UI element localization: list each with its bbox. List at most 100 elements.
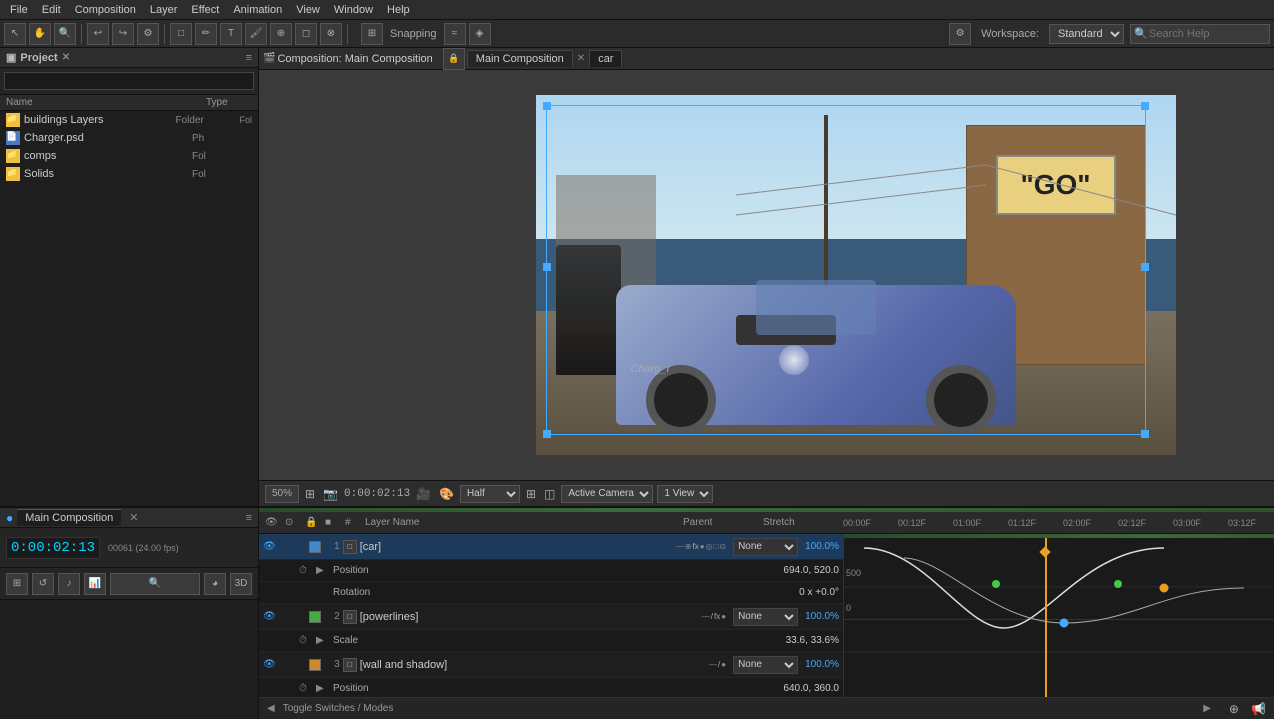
layer-1-name[interactable]: [car] bbox=[360, 541, 673, 553]
menu-composition[interactable]: Composition bbox=[69, 2, 142, 18]
tool-text[interactable]: T bbox=[220, 23, 242, 45]
timeline-panel-menu[interactable]: ≡ bbox=[246, 512, 252, 524]
main-comp-close[interactable]: ✕ bbox=[129, 511, 138, 524]
comp-tab-car[interactable]: car bbox=[589, 50, 622, 67]
prop-scale-value[interactable]: 33.6, 33.6% bbox=[786, 635, 839, 646]
btn-search-layers[interactable]: 🔍 bbox=[110, 573, 200, 595]
camera-select[interactable]: Active Camera bbox=[561, 485, 653, 503]
cam-icon[interactable]: 🎥 bbox=[414, 487, 433, 501]
workspace-select[interactable]: Standard bbox=[1049, 24, 1124, 44]
zoom-select-btn[interactable]: 50% bbox=[265, 485, 299, 503]
toggle-label[interactable]: Toggle Switches / Modes bbox=[283, 703, 394, 714]
view-select[interactable]: 1 View bbox=[657, 485, 713, 503]
prop-rotation-value[interactable]: 0 x +0.0° bbox=[799, 587, 839, 598]
menu-window[interactable]: Window bbox=[328, 2, 379, 18]
project-panel-close[interactable]: ✕ bbox=[62, 52, 70, 63]
snapshot-icon[interactable]: 📷 bbox=[321, 487, 340, 501]
layer-row-3[interactable]: 👁 3 □ [wall and shadow] — / ● bbox=[259, 652, 843, 678]
layer-1-eye[interactable]: 👁 bbox=[263, 541, 276, 552]
project-item-comps[interactable]: 📁 comps Fol bbox=[0, 147, 258, 165]
l1-sw2[interactable]: ⊕ bbox=[685, 542, 692, 551]
snapping-toggle[interactable]: ⊞ bbox=[361, 23, 383, 45]
l3-sw3[interactable]: ● bbox=[721, 660, 726, 669]
l3pos-triangle[interactable]: ▶ bbox=[316, 683, 330, 694]
tool-render[interactable]: ⚙ bbox=[137, 23, 159, 45]
checkerboard-icon[interactable]: ◫ bbox=[542, 487, 557, 501]
layer-row-1[interactable]: 👁 1 □ [car] — ⊕ fx ● ◎ □ bbox=[259, 534, 843, 560]
kf-layer2-b[interactable] bbox=[1114, 580, 1122, 588]
tool-clone[interactable]: ⊕ bbox=[270, 23, 292, 45]
layer-2-parent[interactable]: None bbox=[733, 608, 798, 626]
scale-triangle[interactable]: ▶ bbox=[316, 635, 330, 646]
tool-rect[interactable]: □ bbox=[170, 23, 192, 45]
fit-icon[interactable]: ⊞ bbox=[303, 487, 317, 501]
scale-stopwatch[interactable]: ⏱ bbox=[299, 635, 313, 646]
graph-canvas[interactable]: 500 0 bbox=[844, 538, 1274, 697]
tool-zoom[interactable]: 🔍 bbox=[54, 23, 76, 45]
prop-l3-pos-value[interactable]: 640.0, 360.0 bbox=[783, 683, 839, 694]
l1-sw7[interactable]: ⊙ bbox=[719, 542, 726, 551]
menu-layer[interactable]: Layer bbox=[144, 2, 184, 18]
tl-icon-2[interactable]: 📢 bbox=[1249, 702, 1268, 716]
tl-icon-1[interactable]: ⊕ bbox=[1227, 702, 1241, 716]
layer-row-2[interactable]: 👁 2 □ [powerlines] — / fx ● bbox=[259, 604, 843, 630]
tool-hand[interactable]: ✋ bbox=[29, 23, 51, 45]
pos-triangle[interactable]: ▶ bbox=[316, 565, 330, 576]
comp-lock[interactable]: 🔒 bbox=[443, 48, 465, 70]
btn-audio[interactable]: ♪ bbox=[58, 573, 80, 595]
menu-effect[interactable]: Effect bbox=[185, 2, 225, 18]
l3pos-stopwatch[interactable]: ⏱ bbox=[299, 683, 313, 694]
quality-select[interactable]: HalfFullQuarter bbox=[460, 485, 520, 503]
btn-3d[interactable]: 3D bbox=[230, 573, 252, 595]
project-search-input[interactable] bbox=[4, 72, 254, 90]
btn-loop[interactable]: ↺ bbox=[32, 573, 54, 595]
comp-tab-main[interactable]: Main Composition bbox=[467, 50, 573, 67]
timecode-display[interactable]: 0:00:02:13 bbox=[6, 537, 100, 559]
l3-sw1[interactable]: — bbox=[709, 660, 717, 669]
snap-btn2[interactable]: ◈ bbox=[469, 23, 491, 45]
btn-motion-blur[interactable]: ◕ bbox=[204, 573, 226, 595]
l1-sw1[interactable]: — bbox=[676, 542, 684, 551]
comp-canvas[interactable]: "GO" bbox=[536, 95, 1176, 455]
l3-sw2[interactable]: / bbox=[718, 660, 720, 669]
btn-compose[interactable]: ⊞ bbox=[6, 573, 28, 595]
tool-select[interactable]: ↖ bbox=[4, 23, 26, 45]
l1-sw6[interactable]: □ bbox=[714, 542, 719, 551]
l2-sw1[interactable]: — bbox=[702, 612, 710, 621]
menu-edit[interactable]: Edit bbox=[36, 2, 67, 18]
layer-2-eye[interactable]: 👁 bbox=[263, 611, 276, 622]
l1-sw4[interactable]: ● bbox=[700, 542, 705, 551]
l2-sw4[interactable]: ● bbox=[721, 612, 726, 621]
grid-icon[interactable]: ⊞ bbox=[524, 487, 538, 501]
l1-sw3[interactable]: fx bbox=[692, 542, 698, 551]
layer-3-name[interactable]: [wall and shadow] bbox=[360, 659, 706, 671]
tool-eraser[interactable]: ◻ bbox=[295, 23, 317, 45]
layer-2-name[interactable]: [powerlines] bbox=[360, 611, 699, 623]
toggle-btn-right[interactable]: ▶ bbox=[1203, 703, 1211, 714]
tool-puppet[interactable]: ⊗ bbox=[320, 23, 342, 45]
layer-3-parent[interactable]: None bbox=[733, 656, 798, 674]
pos-stopwatch[interactable]: ⏱ bbox=[299, 565, 313, 576]
layer-3-eye[interactable]: 👁 bbox=[263, 659, 276, 670]
layer-1-parent[interactable]: None bbox=[733, 538, 798, 556]
timeline-playhead[interactable] bbox=[1045, 538, 1047, 697]
menu-view[interactable]: View bbox=[290, 2, 326, 18]
snapping-options[interactable]: ≈ bbox=[444, 23, 466, 45]
project-panel-menu[interactable]: ≡ bbox=[246, 52, 252, 64]
tool-redo[interactable]: ↪ bbox=[112, 23, 134, 45]
search-input[interactable] bbox=[1130, 24, 1270, 44]
toggle-btn-left[interactable]: ◀ bbox=[267, 703, 275, 714]
tool-brush[interactable]: 🖌 bbox=[245, 23, 267, 45]
l2-sw2-slash[interactable]: / bbox=[711, 612, 713, 621]
workspace-settings[interactable]: ⚙ bbox=[949, 23, 971, 45]
btn-graph[interactable]: 📊 bbox=[84, 573, 106, 595]
main-comp-tab[interactable]: Main Composition bbox=[17, 509, 121, 526]
tool-undo[interactable]: ↩ bbox=[87, 23, 109, 45]
l2-sw3-fx[interactable]: fx bbox=[714, 612, 720, 621]
project-item-charger[interactable]: 📄 Charger.psd Ph bbox=[0, 129, 258, 147]
menu-animation[interactable]: Animation bbox=[227, 2, 288, 18]
project-item-solids[interactable]: 📁 Solids Fol bbox=[0, 165, 258, 183]
prop-position-value[interactable]: 694.0, 520.0 bbox=[783, 565, 839, 576]
kf-layer2-a[interactable] bbox=[992, 580, 1000, 588]
color-icon[interactable]: 🎨 bbox=[437, 487, 456, 501]
